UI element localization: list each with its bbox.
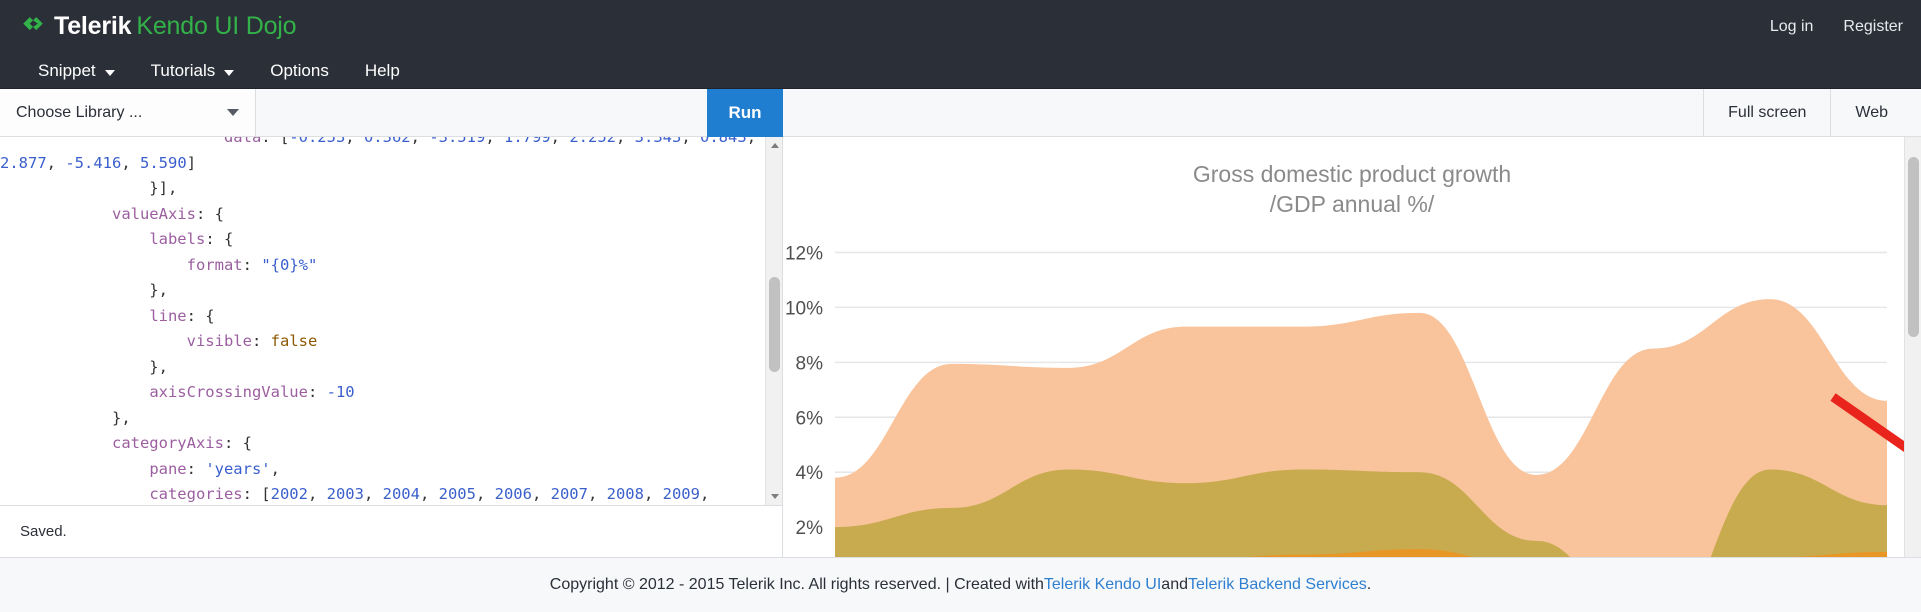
code-text[interactable]: data: [-0.253, 0.362, -3.519, 1.799, 2.2… xyxy=(0,137,775,505)
preview-vertical-scrollbar[interactable] xyxy=(1904,137,1921,557)
full-screen-label: Full screen xyxy=(1728,104,1806,122)
toolbar-spacer xyxy=(256,89,1921,136)
register-link[interactable]: Register xyxy=(1843,18,1903,36)
svg-text:6%: 6% xyxy=(796,408,824,429)
code-editor[interactable]: data: [-0.253, 0.362, -3.519, 1.799, 2.2… xyxy=(0,137,782,505)
web-mode-label: Web xyxy=(1855,104,1888,122)
choose-library-label: Choose Library ... xyxy=(16,104,142,122)
web-mode-button[interactable]: Web xyxy=(1830,89,1921,137)
svg-text:10%: 10% xyxy=(785,298,823,319)
run-button[interactable]: Run xyxy=(707,89,783,137)
menu-item-label: Options xyxy=(270,61,329,81)
top-bar: TelerikKendo UI Dojo Log in Register xyxy=(0,0,1921,53)
menu-item-snippet[interactable]: Snippet xyxy=(20,53,133,89)
scroll-down-arrow-icon[interactable] xyxy=(766,488,782,505)
telerik-logo-icon xyxy=(20,13,46,39)
brand-kendo-text: Kendo UI Dojo xyxy=(136,12,296,40)
dojo-app: TelerikKendo UI Dojo Log in Register Sni… xyxy=(0,0,1921,612)
account-links: Log in Register xyxy=(1770,0,1903,53)
area-chart: 12%10%8%6%4%2%0%-2% xyxy=(783,137,1904,557)
brand-title: TelerikKendo UI Dojo xyxy=(54,12,296,41)
menu-item-label: Help xyxy=(365,61,400,81)
preview-pane: Gross domestic product growth /GDP annua… xyxy=(783,137,1921,557)
toolbar-right-group: Full screen Web xyxy=(1703,89,1921,137)
editor-toolbar: Choose Library ... Run Full screen Web xyxy=(0,89,1921,137)
chart-container: Gross domestic product growth /GDP annua… xyxy=(783,137,1921,557)
menu-bar: Snippet Tutorials Options Help xyxy=(0,53,1921,89)
editor-vertical-scrollbar[interactable] xyxy=(765,137,782,505)
page-footer: Copyright © 2012 - 2015 Telerik Inc. All… xyxy=(0,557,1921,612)
footer-period: . xyxy=(1367,576,1371,594)
svg-text:2%: 2% xyxy=(796,518,824,539)
menu-item-label: Tutorials xyxy=(151,61,216,81)
full-screen-button[interactable]: Full screen xyxy=(1703,89,1830,137)
code-editor-pane: data: [-0.253, 0.362, -3.519, 1.799, 2.2… xyxy=(0,137,783,557)
footer-and-text: and xyxy=(1161,576,1188,594)
login-link[interactable]: Log in xyxy=(1770,18,1814,36)
brand-telerik-text: Telerik xyxy=(54,12,131,40)
menu-item-options[interactable]: Options xyxy=(252,53,347,89)
chevron-down-icon xyxy=(227,109,239,116)
svg-text:8%: 8% xyxy=(796,353,824,374)
main-area: data: [-0.253, 0.362, -3.519, 1.799, 2.2… xyxy=(0,137,1921,557)
choose-library-select[interactable]: Choose Library ... xyxy=(0,89,256,136)
save-status-text: Saved. xyxy=(20,523,67,540)
menu-item-label: Snippet xyxy=(38,61,96,81)
scroll-up-arrow-icon[interactable] xyxy=(766,137,782,154)
menu-item-tutorials[interactable]: Tutorials xyxy=(133,53,253,89)
footer-link-backend-services[interactable]: Telerik Backend Services xyxy=(1188,576,1367,594)
chevron-down-icon xyxy=(224,70,234,76)
editor-status-bar: Saved. xyxy=(0,505,782,557)
preview-scrollbar-thumb[interactable] xyxy=(1908,157,1919,337)
svg-text:4%: 4% xyxy=(796,463,824,484)
brand-logo-area[interactable]: TelerikKendo UI Dojo xyxy=(20,8,296,44)
svg-text:12%: 12% xyxy=(785,243,823,264)
chevron-down-icon xyxy=(105,70,115,76)
scrollbar-thumb[interactable] xyxy=(769,277,780,372)
footer-copyright-text: Copyright © 2012 - 2015 Telerik Inc. All… xyxy=(550,576,1044,594)
menu-item-help[interactable]: Help xyxy=(347,53,418,89)
footer-link-kendo-ui[interactable]: Telerik Kendo UI xyxy=(1044,576,1161,594)
